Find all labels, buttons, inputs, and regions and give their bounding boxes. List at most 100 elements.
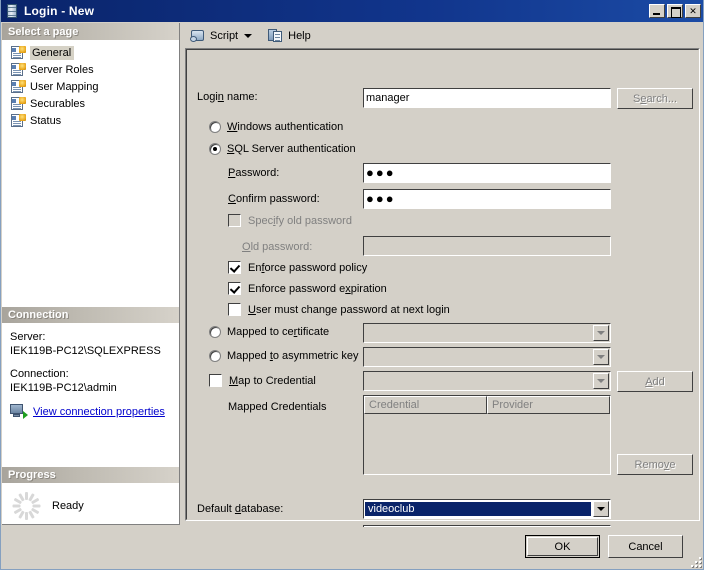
default-database-value: videoclub — [365, 502, 591, 516]
mapped-credentials-label-row: Mapped Credentials — [228, 401, 326, 413]
sidebar-item-label: Securables — [30, 98, 85, 110]
sidebar-item-label: Status — [30, 115, 61, 127]
script-label: Script — [210, 30, 238, 42]
old-password-label: Old password: — [242, 241, 312, 253]
search-button[interactable]: Search... — [617, 88, 693, 109]
mapped-certificate-row[interactable]: Mapped to certificate — [209, 326, 329, 338]
map-credential-row[interactable]: Map to Credential — [209, 374, 316, 387]
credentials-column-credential[interactable]: Credential — [364, 396, 487, 414]
specify-old-password-row[interactable]: Specify old password — [228, 214, 352, 227]
specify-old-password-checkbox[interactable] — [228, 214, 241, 227]
must-change-row[interactable]: User must change password at next login — [228, 303, 450, 316]
login-new-dialog: Login - New ✕ Select a page General — [0, 0, 704, 570]
resize-grip[interactable] — [689, 555, 703, 569]
mapped-to-certificate-combo[interactable] — [363, 323, 611, 343]
sidebar-item-securables[interactable]: Securables — [8, 95, 179, 112]
mapped-to-certificate-radio[interactable] — [209, 326, 221, 338]
login-name-value: manager — [366, 92, 409, 104]
sql-auth-label: SQL Server authentication — [227, 143, 356, 155]
ok-button[interactable]: OK — [525, 535, 600, 558]
help-icon — [268, 28, 284, 43]
close-button[interactable]: ✕ — [685, 4, 701, 18]
select-a-page-header: Select a page — [2, 23, 179, 40]
map-to-credential-checkbox[interactable] — [209, 374, 222, 387]
connection-value: IEK119B-PC12\admin — [10, 381, 173, 395]
windows-auth-row[interactable]: Windows authentication — [209, 121, 343, 133]
default-database-label-row: Default database: — [197, 503, 283, 515]
confirm-password-label: Confirm password: — [228, 193, 320, 205]
title-bar[interactable]: Login - New ✕ — [1, 0, 704, 22]
spinner-segment — [32, 505, 40, 508]
windows-auth-radio[interactable] — [209, 121, 221, 133]
sql-auth-row[interactable]: SQL Server authentication — [209, 143, 356, 155]
ok-button-label: OK — [555, 541, 571, 553]
sql-auth-radio[interactable] — [209, 143, 221, 155]
minimize-button[interactable] — [649, 4, 665, 18]
page-icon — [10, 97, 26, 111]
page-icon — [10, 80, 26, 94]
server-info: Server: IEK119B-PC12\SQLEXPRESS — [10, 330, 173, 358]
window-controls: ✕ — [649, 4, 701, 18]
sidebar-item-user-mapping[interactable]: User Mapping — [8, 78, 179, 95]
page-icon — [10, 46, 26, 60]
maximize-button[interactable] — [667, 4, 683, 18]
chevron-down-icon[interactable] — [593, 325, 609, 341]
progress-header: Progress — [2, 466, 179, 483]
mapped-asymmetric-row[interactable]: Mapped to asymmetric key — [209, 350, 358, 362]
script-button[interactable]: Script — [186, 26, 256, 46]
script-icon — [190, 28, 206, 43]
cancel-button-label: Cancel — [628, 541, 662, 553]
enforce-password-expiration-label: Enforce password expiration — [248, 283, 387, 295]
mapped-credentials-grid[interactable]: Credential Provider — [363, 395, 611, 475]
content-panel: Script Help Login name: manager — [181, 23, 704, 525]
credentials-column-provider[interactable]: Provider — [487, 396, 610, 414]
page-selector-panel: Select a page General Server Roles — [2, 23, 180, 525]
cancel-button[interactable]: Cancel — [608, 535, 683, 558]
sidebar-item-status[interactable]: Status — [8, 112, 179, 129]
chevron-down-icon[interactable] — [593, 349, 609, 365]
sidebar-item-server-roles[interactable]: Server Roles — [8, 61, 179, 78]
chevron-down-icon[interactable] — [244, 34, 252, 38]
mapped-credentials-label: Mapped Credentials — [228, 401, 326, 413]
server-label: Server: — [10, 330, 173, 344]
old-password-input[interactable] — [363, 236, 611, 256]
progress-section: Progress Ready — [2, 466, 179, 520]
computer-connection-icon — [10, 404, 28, 419]
help-button[interactable]: Help — [264, 26, 315, 46]
confirm-password-input[interactable]: ●●● — [363, 189, 611, 209]
help-label: Help — [288, 30, 311, 42]
mapped-to-asymmetric-key-radio[interactable] — [209, 350, 221, 362]
confirm-password-value: ●●● — [366, 194, 396, 204]
close-icon: ✕ — [686, 5, 700, 17]
connection-info: Connection: IEK119B-PC12\admin — [10, 367, 173, 395]
password-input[interactable]: ●●● — [363, 163, 611, 183]
view-connection-properties-link[interactable]: View connection properties — [33, 405, 165, 419]
default-database-label: Default database: — [197, 503, 283, 515]
view-connection-properties-row[interactable]: View connection properties — [10, 404, 173, 419]
user-must-change-password-checkbox[interactable] — [228, 303, 241, 316]
chevron-down-icon[interactable] — [593, 373, 609, 389]
default-database-combo[interactable]: videoclub — [363, 499, 611, 519]
spinner-segment — [25, 512, 28, 520]
progress-spinner-icon — [12, 492, 40, 520]
search-button-label: Search... — [633, 93, 677, 105]
enforce-password-policy-checkbox[interactable] — [228, 261, 241, 274]
remove-credential-button[interactable]: Remove — [617, 454, 693, 475]
sidebar-item-label: User Mapping — [30, 81, 98, 93]
sidebar-item-general[interactable]: General — [8, 44, 179, 61]
server-value: IEK119B-PC12\SQLEXPRESS — [10, 344, 173, 358]
enforce-expiration-row[interactable]: Enforce password expiration — [228, 282, 387, 295]
login-name-input[interactable]: manager — [363, 88, 611, 108]
user-must-change-password-label: User must change password at next login — [248, 304, 450, 316]
enforce-password-expiration-checkbox[interactable] — [228, 282, 241, 295]
page-icon — [10, 63, 26, 77]
form-panel: Login name: manager Search... Windows au… — [185, 48, 700, 521]
enforce-policy-row[interactable]: Enforce password policy — [228, 261, 367, 274]
connection-header: Connection — [2, 306, 179, 323]
mapped-to-asymmetric-key-combo[interactable] — [363, 347, 611, 367]
chevron-down-icon[interactable] — [593, 501, 609, 517]
windows-auth-label: Windows authentication — [227, 121, 343, 133]
add-credential-button[interactable]: Add — [617, 371, 693, 392]
database-server-icon — [4, 3, 20, 19]
map-to-credential-combo[interactable] — [363, 371, 611, 391]
